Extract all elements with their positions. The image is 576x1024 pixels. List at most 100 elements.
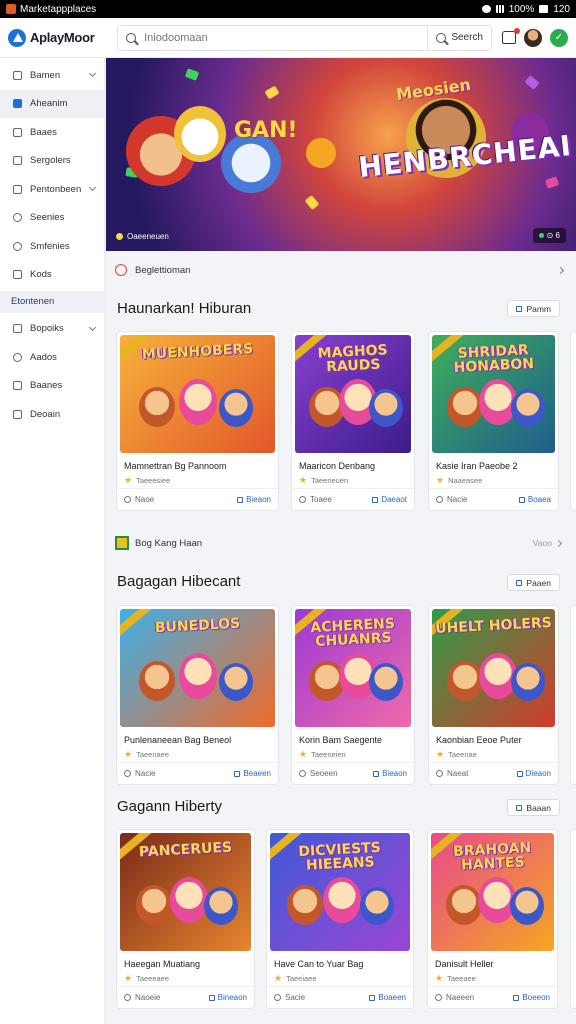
- hero-caption: Oaeeneuen: [116, 232, 169, 241]
- sidebar-item-bopoiks[interactable]: Bopoiks: [0, 315, 104, 343]
- game-card[interactable]: BRAHOAN HANTES Danisult Heller ★ Taeeaee Nae…: [427, 829, 558, 1009]
- card-action-button[interactable]: Boaeen: [369, 993, 406, 1002]
- game-thumbnail[interactable]: ACHERENS CHUANRS: [295, 609, 411, 727]
- sidebar-item-label: Bopoiks: [30, 323, 64, 334]
- search-icon: [436, 32, 447, 43]
- logo[interactable]: AplayMoor: [8, 28, 111, 47]
- game-thumbnail[interactable]: SHRIDAR HONABON: [432, 335, 555, 453]
- game-name[interactable]: Kasie Iran Paeobe 2: [429, 453, 558, 471]
- sidebar-item-baanes[interactable]: Baanes: [0, 372, 104, 400]
- time-text: Naeeen: [446, 993, 475, 1002]
- notification-bell-icon[interactable]: [502, 28, 520, 44]
- game-thumbnail[interactable]: MUENHOBERS: [120, 335, 275, 453]
- game-card[interactable]: ACHERENS CHUANRS Korin Bam Saegente ★ Taeen…: [291, 605, 415, 785]
- hero-pill[interactable]: ⊙ 6: [532, 228, 566, 243]
- hero-caption-text: Oaeeneuen: [127, 232, 169, 241]
- card-action-button[interactable]: Beaeen: [234, 769, 271, 778]
- filter-icon: [516, 804, 523, 811]
- sidebar: Bamen Aheanim Baaes Sergolers Pentonbeen…: [0, 58, 105, 1024]
- card-footer: Sacie Boaeen: [267, 986, 413, 1008]
- game-card[interactable]: MUENHOBERS Mamnettran Bg Pannoom ★ Taeeesie…: [116, 331, 279, 511]
- game-card[interactable]: MAGHOS RAUDS Maaricon Denbang ★ Taeeneuen To…: [291, 331, 415, 511]
- game-name[interactable]: Danisult Heller: [428, 951, 557, 969]
- game-name[interactable]: Mamnettran Bg Pannoom: [117, 453, 278, 471]
- game-name[interactable]: Korin Bam Saegente: [292, 727, 414, 745]
- game-name[interactable]: Have Can to Yuar Bag: [267, 951, 413, 969]
- sidebar-item-smfenies[interactable]: Smfenies: [0, 232, 104, 260]
- game-card[interactable]: PANCERUES Haeegan Muatiang ★ Taeeeaee Naoeie…: [116, 829, 255, 1009]
- clock-text: 120: [553, 3, 570, 15]
- sidebar-item-aheanim[interactable]: Aheanim: [0, 89, 104, 118]
- sidebar-item-label: Aados: [30, 351, 57, 363]
- view-more-link[interactable]: Vaoo: [533, 538, 563, 548]
- sidebar-item-bamen[interactable]: Bamen: [0, 61, 104, 89]
- hero-banner[interactable]: GAN! Meosien HENBRCHEAI Oaeeneuen ⊙ 6: [106, 58, 576, 251]
- clock-icon: [299, 496, 306, 503]
- card-action-button[interactable]: Daeaot: [372, 495, 407, 504]
- clock-icon: [124, 994, 131, 1001]
- character-figure: [369, 389, 404, 427]
- game-name[interactable]: Haeegan Muatiang: [117, 951, 254, 969]
- game-card[interactable]: SHRIDAR HONABON Kasie Iran Paeobe 2 ★ Naaea…: [428, 331, 559, 511]
- chevron-down-icon: [88, 69, 97, 78]
- search-input[interactable]: [144, 31, 428, 44]
- game-thumbnail[interactable]: MAGHOS RAUDS: [295, 335, 411, 453]
- time-text: Nacie: [447, 495, 468, 504]
- game-name[interactable]: Maaricon Denbang: [292, 453, 414, 471]
- game-thumbnail[interactable]: BUNEDLOS: [120, 609, 275, 727]
- battery-icon: [539, 5, 549, 13]
- avatar[interactable]: [524, 28, 542, 47]
- game-thumbnail[interactable]: DICVIESTS HIEEANS: [270, 833, 410, 951]
- game-card[interactable]: UHELT HOLERS Kaonbian Eeoe Puter ★ Taeenae N…: [428, 605, 559, 785]
- download-icon: [518, 496, 525, 503]
- thumbnail-title: ACHERENS CHUANRS: [309, 615, 396, 650]
- section-title: Bagagan Hibecant: [117, 573, 241, 590]
- character-figure: [219, 663, 254, 701]
- game-card[interactable]: DICVIESTS HIEEANS Have Can to Yuar Bag ★ Ta…: [266, 829, 414, 1009]
- card-action-button[interactable]: Bineaon: [208, 993, 247, 1002]
- game-thumbnail[interactable]: BRAHOAN HANTES: [431, 833, 554, 951]
- next-card-peek[interactable]: [570, 605, 576, 785]
- sidebar-item-sergolers[interactable]: Sergolers: [0, 147, 104, 175]
- sidebar-item-deoain[interactable]: Deoain: [0, 400, 104, 428]
- list-icon: [13, 184, 22, 194]
- calendar-icon: [13, 381, 22, 390]
- action-label: Daeaot: [381, 495, 407, 504]
- game-name[interactable]: Punlenaneean Bag Beneol: [117, 727, 278, 745]
- game-card[interactable]: BUNEDLOS Punlenaneean Bag Beneol ★ Taeenaee…: [116, 605, 279, 785]
- card-time: Naoe: [124, 495, 154, 504]
- logo-text: AplayMoor: [30, 30, 95, 45]
- breadcrumb[interactable]: Beglettioman: [115, 261, 565, 279]
- action-label: Bieaon: [246, 495, 271, 504]
- card-time: Naeat: [436, 769, 468, 778]
- section-more-button[interactable]: Pamm: [507, 300, 560, 317]
- thumbnail-title: MUENHOBERS: [141, 341, 254, 363]
- search-button[interactable]: Seerch: [427, 25, 491, 50]
- sidebar-item-baaes[interactable]: Baaes: [0, 118, 104, 146]
- game-thumbnail[interactable]: UHELT HOLERS: [432, 609, 555, 727]
- sidebar-item-pentonbeen[interactable]: Pentonbeen: [0, 175, 104, 203]
- sidebar-item-label: Aheanim: [30, 98, 68, 109]
- hero-character-small: [306, 138, 336, 168]
- rating-text: Taeeeaee: [136, 974, 170, 983]
- sidebar-item-label: Baaes: [30, 126, 57, 138]
- sidebar-item-kods[interactable]: Kods: [0, 261, 104, 289]
- section-more-button[interactable]: Baaan: [507, 799, 560, 816]
- card-action-button[interactable]: Dieaon: [516, 769, 551, 778]
- chevron-down-icon: [88, 323, 97, 331]
- card-action-button[interactable]: Boaea: [518, 495, 551, 504]
- account-badge-icon[interactable]: ✓: [550, 28, 568, 47]
- next-card-peek[interactable]: [570, 829, 576, 1009]
- game-thumbnail[interactable]: PANCERUES: [120, 833, 251, 951]
- card-action-button[interactable]: Bieaon: [237, 495, 271, 504]
- game-name[interactable]: Kaonbian Eeoe Puter: [429, 727, 558, 745]
- sidebar-item-aados[interactable]: Aados: [0, 343, 104, 371]
- sidebar-item-seenies[interactable]: Seenies: [0, 204, 104, 232]
- next-card-peek[interactable]: [570, 331, 576, 511]
- action-label: Dieaon: [525, 769, 551, 778]
- category-row[interactable]: Bog Kang Haan Vaoo: [115, 534, 565, 552]
- card-time: Naoeie: [124, 993, 160, 1002]
- section-more-button[interactable]: Paaen: [507, 574, 560, 591]
- card-action-button[interactable]: Boeeon: [513, 993, 550, 1002]
- card-action-button[interactable]: Bieaon: [373, 769, 407, 778]
